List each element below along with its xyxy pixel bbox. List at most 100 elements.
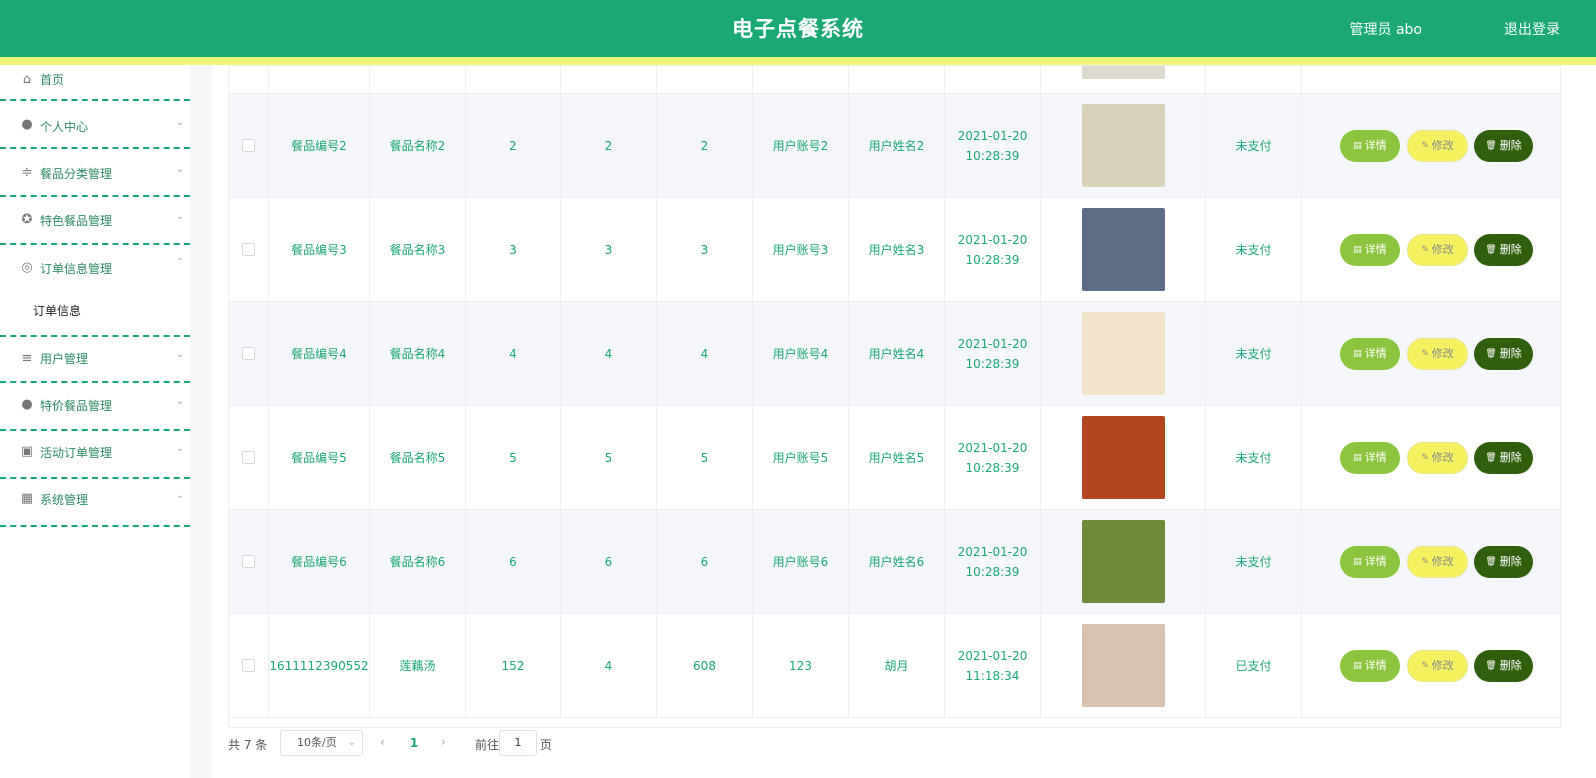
button-label: 修改 [1431, 554, 1454, 568]
edit-button[interactable]: ✎ 修改 [1407, 129, 1468, 162]
row-checkbox[interactable] [242, 347, 255, 360]
sidebar-item-system[interactable]: ▦ 系统管理 ⌄ [0, 479, 190, 527]
goto-page-input[interactable]: 1 [499, 730, 537, 756]
cell-text: 用户账号2 [772, 138, 829, 153]
button-label: 删除 [1499, 658, 1522, 672]
delete-button[interactable]: 🗑 删除 [1474, 129, 1533, 162]
chevron-down-icon: ⌄ [175, 117, 184, 128]
sidebar-item-label: 餐品分类管理 [40, 167, 113, 181]
cell-text: 餐品编号6 [291, 554, 347, 569]
grid-icon: ▦ [20, 491, 34, 506]
trash-icon: 🗑 [1485, 660, 1497, 671]
detail-button[interactable]: ▤ 详情 [1340, 129, 1400, 162]
row-checkbox[interactable] [242, 555, 255, 568]
detail-button[interactable]: ▤ 详情 [1340, 545, 1400, 578]
cell-status: 已支付 [1206, 614, 1302, 717]
delete-button[interactable]: 🗑 删除 [1474, 649, 1533, 682]
header-accent-strip [0, 57, 1596, 65]
cell-status: 未支付 [1206, 406, 1302, 509]
sidebar-item-profile[interactable]: ● 个人中心 ⌄ [0, 101, 190, 149]
edit-button[interactable]: ✎ 修改 [1407, 545, 1468, 578]
sidebar-item-orders[interactable]: ◎ 订单信息管理 ⌃ 订单信息 [0, 245, 190, 337]
delete-button[interactable]: 🗑 删除 [1474, 545, 1533, 578]
file-icon: ▤ [1353, 348, 1362, 359]
row-checkbox[interactable] [242, 659, 255, 672]
table-row: 餐品编号2 餐品名称2 2 2 2 用户账号2 用户姓名2 2021-01-20 10:28:… [229, 94, 1560, 198]
sidebar-item-special[interactable]: ● 特价餐品管理 ⌄ [0, 383, 190, 431]
cell-text: 3 [700, 242, 709, 257]
button-label: 修改 [1431, 450, 1454, 464]
cell-text: 2021-01-20 10:28:39 [957, 440, 1028, 475]
table-row: 餐品编号3 餐品名称3 3 3 3 用户账号3 用户姓名3 2021-01-20 10:28:… [229, 198, 1560, 302]
file-icon: ▤ [1353, 660, 1362, 671]
logout-link[interactable]: 退出登录 [1504, 19, 1560, 39]
row-checkbox[interactable] [242, 451, 255, 464]
chevron-down-icon: ⌄ [175, 211, 184, 222]
delete-button[interactable]: 🗑 删除 [1474, 337, 1533, 370]
cell-text: 5 [700, 450, 709, 465]
delete-button[interactable]: 🗑 删除 [1474, 441, 1533, 474]
sidebar-item-home[interactable]: ⌂ 首页 [0, 53, 190, 101]
sidebar-item-activity[interactable]: ▣ 活动订单管理 ⌄ [0, 431, 190, 479]
submenu-order-info[interactable]: 订单信息 [33, 302, 81, 319]
prev-page-icon[interactable]: ‹ [380, 735, 385, 749]
cell-price: 6 [466, 510, 561, 613]
cell-name: 餐品名称3 [370, 198, 466, 301]
sidebar-item-users[interactable]: ≡ 用户管理 ⌄ [0, 335, 190, 383]
sidebar-item-category[interactable]: ≑ 餐品分类管理 ⌄ [0, 149, 190, 197]
sidebar-item-label: 订单信息管理 [40, 262, 113, 276]
page-size-select[interactable]: 10条/页 ⌄ [280, 730, 363, 756]
cell-text: 餐品名称3 [389, 242, 446, 257]
row-checkbox[interactable] [242, 243, 255, 256]
orders-table: 餐品编号2 餐品名称2 2 2 2 用户账号2 用户姓名2 2021-01-20 10:28:… [228, 65, 1561, 728]
cell-name: 餐品名称6 [370, 510, 466, 613]
edit-button[interactable]: ✎ 修改 [1407, 649, 1468, 682]
cell-account: 用户账号5 [753, 406, 849, 509]
page-unit-label: 页 [540, 738, 553, 752]
edit-button[interactable]: ✎ 修改 [1407, 233, 1468, 266]
select-cell [229, 510, 269, 613]
cell-text: 2021-01-20 10:28:39 [957, 128, 1028, 163]
button-label: 修改 [1431, 242, 1454, 256]
edit-button[interactable]: ✎ 修改 [1407, 441, 1468, 474]
cell-text: 餐品名称2 [389, 138, 446, 153]
actions-cell: ▤ 详情 ✎ 修改 🗑 删除 [1302, 198, 1560, 301]
detail-button[interactable]: ▤ 详情 [1340, 337, 1400, 370]
chevron-up-icon: ⌃ [175, 257, 184, 268]
file-icon: ▤ [1353, 452, 1362, 463]
pagination-total: 共 7 条 [228, 738, 268, 752]
menu-icon: ≡ [21, 351, 33, 366]
button-label: 删除 [1499, 554, 1522, 568]
table-row: 餐品编号6 餐品名称6 6 6 6 用户账号6 用户姓名6 2021-01-20 10:28:… [229, 510, 1560, 614]
cell-text: 胡月 [884, 658, 909, 673]
sidebar-item-featured[interactable]: ✪ 特色餐品管理 ⌄ [0, 197, 190, 245]
chevron-down-icon: ⌄ [175, 164, 184, 175]
detail-button[interactable]: ▤ 详情 [1340, 441, 1400, 474]
cell-text: 6 [700, 554, 709, 569]
cell-text: 未支付 [1235, 138, 1272, 153]
edit-button[interactable]: ✎ 修改 [1407, 337, 1468, 370]
detail-button[interactable]: ▤ 详情 [1340, 233, 1400, 266]
button-label: 删除 [1499, 138, 1522, 152]
cell-text: 未支付 [1235, 242, 1272, 257]
next-page-icon[interactable]: › [441, 735, 446, 749]
cell-code: 餐品编号3 [269, 198, 370, 301]
cell-username: 用户姓名2 [849, 94, 945, 197]
cell-name: 餐品名称2 [370, 94, 466, 197]
button-label: 删除 [1499, 450, 1522, 464]
trash-icon: 🗑 [1485, 556, 1497, 567]
detail-button[interactable]: ▤ 详情 [1340, 649, 1400, 682]
actions-cell: ▤ 详情 ✎ 修改 🗑 删除 [1302, 94, 1560, 197]
pencil-icon: ✎ [1421, 556, 1429, 567]
cell-code: 餐品编号4 [269, 302, 370, 405]
food-thumbnail [1081, 416, 1165, 499]
pencil-icon: ✎ [1421, 452, 1429, 463]
cell-text: 用户账号4 [772, 346, 829, 361]
delete-button[interactable]: 🗑 删除 [1474, 233, 1533, 266]
cell-text: 未支付 [1235, 346, 1272, 361]
page-size-value: 10条/页 [297, 736, 337, 749]
cell-text: 2021-01-20 10:28:39 [957, 232, 1028, 267]
button-label: 删除 [1499, 242, 1522, 256]
page-number-current[interactable]: 1 [408, 736, 420, 750]
row-checkbox[interactable] [242, 139, 255, 152]
